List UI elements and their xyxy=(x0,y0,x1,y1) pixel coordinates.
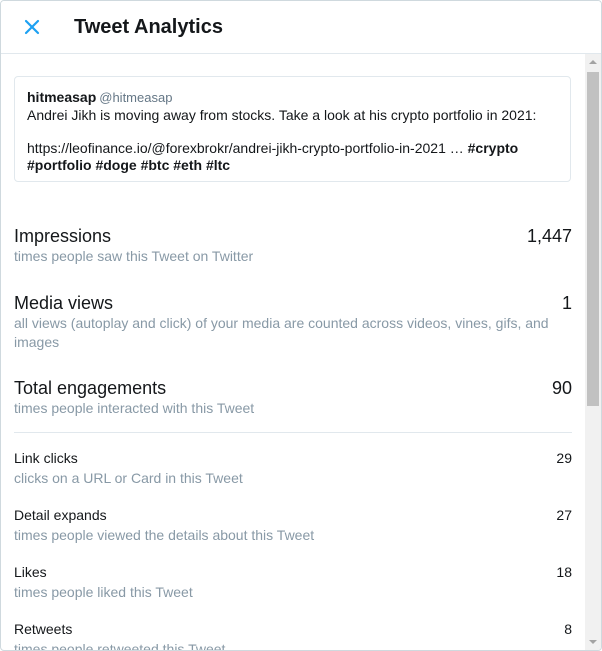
dialog-title: Tweet Analytics xyxy=(74,16,223,38)
metric-value: 18 xyxy=(556,564,572,580)
metric-value: 1 xyxy=(561,293,572,313)
metric-description: times people viewed the details about th… xyxy=(14,527,315,543)
metric-description: times people liked this Tweet xyxy=(14,584,193,600)
metric-value: 90 xyxy=(551,378,572,398)
scrollbar-thumb[interactable] xyxy=(587,72,599,406)
vertical-scrollbar[interactable] xyxy=(585,54,601,650)
metric-description: all views (autoplay and click) of your m… xyxy=(14,315,549,350)
metric-label: Likes xyxy=(14,564,47,580)
tweet-url[interactable]: https://leofinance.io/@forexbrokr/andrei… xyxy=(27,140,464,156)
close-icon xyxy=(24,19,40,35)
scroll-up-arrow-icon[interactable] xyxy=(585,54,601,71)
metric-description: times people saw this Tweet on Twitter xyxy=(14,248,254,264)
tweet-text: Andrei Jikh is moving away from stocks. … xyxy=(27,107,537,123)
metric-description: times people interacted with this Tweet xyxy=(14,400,255,416)
hashtag[interactable]: #btc xyxy=(141,157,170,173)
metric-description: times people retweeted this Tweet xyxy=(14,641,226,650)
metric-value: 8 xyxy=(564,621,572,637)
metric-description: clicks on a URL or Card in this Tweet xyxy=(14,470,243,486)
scroll-down-arrow-icon[interactable] xyxy=(585,633,601,650)
dialog-content[interactable]: hitmeasap @hitmeasap Andrei Jikh is movin… xyxy=(1,54,585,650)
metric-label: Media views xyxy=(14,293,114,313)
tweet-link-line: https://leofinance.io/@forexbrokr/andrei… xyxy=(27,140,558,174)
metric-label: Total engagements xyxy=(14,378,167,398)
tweet-author-handle[interactable]: @hitmeasap xyxy=(99,90,172,105)
hashtag[interactable]: #doge xyxy=(95,157,136,173)
tweet-card[interactable]: hitmeasap @hitmeasap Andrei Jikh is movin… xyxy=(14,76,571,182)
dialog-header: Tweet Analytics xyxy=(1,1,601,54)
metric-label: Impressions xyxy=(14,226,112,246)
close-button[interactable] xyxy=(17,12,47,42)
metric-value: 29 xyxy=(556,450,572,466)
metric-value: 27 xyxy=(556,507,572,523)
hashtag[interactable]: #ltc xyxy=(206,157,230,173)
metric-label: Detail expands xyxy=(14,507,107,523)
hashtag[interactable]: #crypto xyxy=(468,140,519,156)
divider xyxy=(14,432,572,433)
metric-label: Retweets xyxy=(14,621,73,637)
hashtag[interactable]: #portfolio xyxy=(27,157,92,173)
tweet-analytics-dialog: Tweet Analytics hitmeasap @hitmeasap Andr… xyxy=(0,0,602,651)
metric-label: Link clicks xyxy=(14,450,78,466)
metric-value: 1,447 xyxy=(526,226,572,246)
hashtag[interactable]: #eth xyxy=(173,157,202,173)
tweet-author-name[interactable]: hitmeasap xyxy=(27,89,96,105)
